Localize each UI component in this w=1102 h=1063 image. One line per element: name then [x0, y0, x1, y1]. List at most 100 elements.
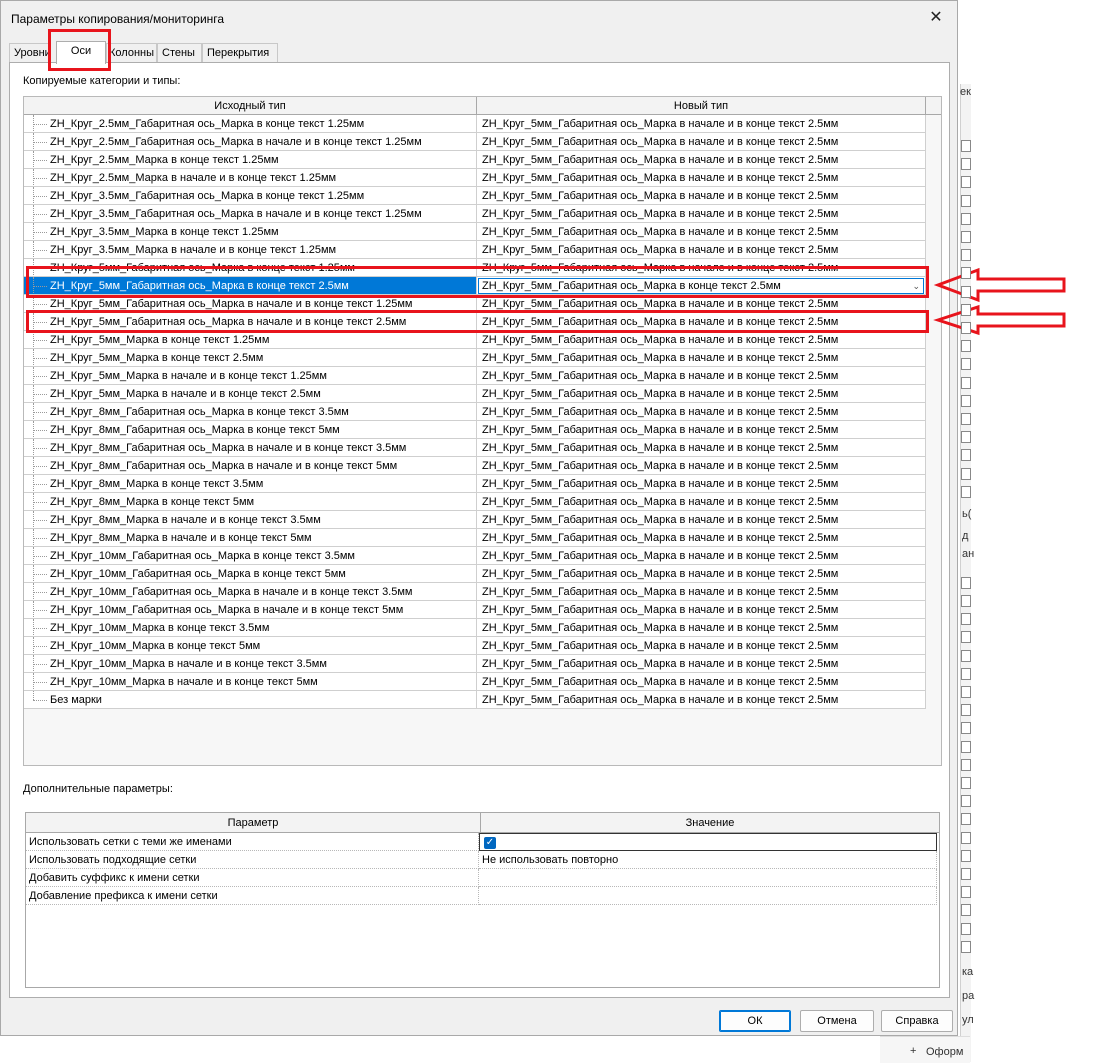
table-row[interactable]: ZH_Круг_3.5мм_Габаритная ось_Марка в нач… — [24, 205, 926, 223]
table-row[interactable]: ZH_Круг_5мм_Габаритная ось_Марка в конце… — [24, 277, 926, 295]
new-type-cell[interactable]: ZH_Круг_5мм_Габаритная ось_Марка в начал… — [477, 673, 926, 691]
table-row[interactable]: ZH_Круг_8мм_Марка в конце текст 5мм ZH_Кр… — [24, 493, 926, 511]
table-row[interactable]: ZH_Круг_10мм_Габаритная ось_Марка в нача… — [24, 583, 926, 601]
source-type-cell[interactable]: ZH_Круг_5мм_Габаритная ось_Марка в начал… — [24, 313, 477, 331]
table-row[interactable]: ZH_Круг_2.5мм_Габаритная ось_Марка в нач… — [24, 133, 926, 151]
parameter-row[interactable]: Добавление префикса к имени сетки — [26, 887, 939, 905]
source-type-cell[interactable]: ZH_Круг_8мм_Марка в конце текст 3.5мм — [24, 475, 477, 493]
source-type-cell[interactable]: ZH_Круг_8мм_Габаритная ось_Марка в начал… — [24, 457, 477, 475]
parameter-value[interactable]: Не использовать повторно — [479, 851, 937, 869]
source-type-cell[interactable]: ZH_Круг_3.5мм_Марка в начале и в конце т… — [24, 241, 477, 259]
new-type-cell[interactable]: ZH_Круг_5мм_Габаритная ось_Марка в начал… — [477, 349, 926, 367]
table-row[interactable]: ZH_Круг_3.5мм_Габаритная ось_Марка в кон… — [24, 187, 926, 205]
source-type-cell[interactable]: ZH_Круг_5мм_Габаритная ось_Марка в конце… — [24, 277, 477, 295]
source-type-cell[interactable]: ZH_Круг_5мм_Марка в конце текст 1.25мм — [24, 331, 477, 349]
new-type-cell[interactable]: ZH_Круг_5мм_Габаритная ось_Марка в начал… — [477, 583, 926, 601]
source-type-cell[interactable]: ZH_Круг_2.5мм_Марка в конце текст 1.25мм — [24, 151, 477, 169]
column-header-source[interactable]: Исходный тип — [24, 97, 477, 115]
new-type-cell[interactable]: ZH_Круг_5мм_Габаритная ось_Марка в начал… — [477, 619, 926, 637]
source-type-cell[interactable]: ZH_Круг_5мм_Марка в конце текст 2.5мм — [24, 349, 477, 367]
new-type-cell[interactable]: ZH_Круг_5мм_Габаритная ось_Марка в начал… — [477, 637, 926, 655]
table-row[interactable]: ZH_Круг_8мм_Габаритная ось_Марка в конце… — [24, 403, 926, 421]
source-type-cell[interactable]: ZH_Круг_8мм_Марка в начале и в конце тек… — [24, 529, 477, 547]
table-row[interactable]: ZH_Круг_8мм_Марка в начале и в конце тек… — [24, 529, 926, 547]
new-type-cell[interactable]: ZH_Круг_5мм_Габаритная ось_Марка в начал… — [477, 691, 926, 709]
source-type-cell[interactable]: ZH_Круг_5мм_Габаритная ось_Марка в начал… — [24, 295, 477, 313]
table-row[interactable]: ZH_Круг_8мм_Марка в конце текст 3.5мм ZH_… — [24, 475, 926, 493]
cancel-button[interactable]: Отмена — [800, 1010, 874, 1032]
source-type-cell[interactable]: ZH_Круг_8мм_Габаритная ось_Марка в конце… — [24, 403, 477, 421]
table-row[interactable]: ZH_Круг_5мм_Габаритная ось_Марка в начал… — [24, 295, 926, 313]
source-type-cell[interactable]: ZH_Круг_10мм_Марка в начале и в конце те… — [24, 673, 477, 691]
new-type-cell[interactable]: ZH_Круг_5мм_Габаритная ось_Марка в начал… — [477, 205, 926, 223]
table-row[interactable]: ZH_Круг_5мм_Марка в конце текст 2.5мм ZH_… — [24, 349, 926, 367]
table-row[interactable]: ZH_Круг_3.5мм_Марка в начале и в конце т… — [24, 241, 926, 259]
source-type-cell[interactable]: ZH_Круг_5мм_Марка в начале и в конце тек… — [24, 367, 477, 385]
new-type-cell[interactable]: ZH_Круг_5мм_Габаритная ось_Марка в начал… — [477, 259, 926, 277]
table-row[interactable]: ZH_Круг_10мм_Марка в конце текст 3.5мм ZH… — [24, 619, 926, 637]
new-type-cell[interactable]: ZH_Круг_5мм_Габаритная ось_Марка в начал… — [477, 169, 926, 187]
table-row[interactable]: ZH_Круг_5мм_Марка в начале и в конце тек… — [24, 385, 926, 403]
table-row[interactable]: ZH_Круг_8мм_Марка в начале и в конце тек… — [24, 511, 926, 529]
chevron-down-icon[interactable]: ⌄ — [912, 279, 920, 293]
new-type-cell[interactable]: ZH_Круг_5мм_Габаритная ось_Марка в начал… — [477, 331, 926, 349]
source-type-cell[interactable]: Без марки — [24, 691, 477, 709]
new-type-cell[interactable]: ZH_Круг_5мм_Габаритная ось_Марка в начал… — [477, 403, 926, 421]
table-row[interactable]: Без марки ZH_Круг_5мм_Габаритная ось_Марк… — [24, 691, 926, 709]
new-type-cell[interactable]: ZH_Круг_5мм_Габаритная ось_Марка в начал… — [477, 313, 926, 331]
new-type-cell[interactable]: ZH_Круг_5мм_Габаритная ось_Марка в начал… — [477, 385, 926, 403]
source-type-cell[interactable]: ZH_Круг_2.5мм_Габаритная ось_Марка в нач… — [24, 133, 477, 151]
source-type-cell[interactable]: ZH_Круг_8мм_Габаритная ось_Марка в начал… — [24, 439, 477, 457]
table-row[interactable]: ZH_Круг_2.5мм_Марка в начале и в конце т… — [24, 169, 926, 187]
new-type-cell[interactable]: ZH_Круг_5мм_Габаритная ось_Марка в начал… — [477, 655, 926, 673]
source-type-cell[interactable]: ZH_Круг_8мм_Габаритная ось_Марка в конце… — [24, 421, 477, 439]
new-type-cell[interactable]: ZH_Круг_5мм_Габаритная ось_Марка в начал… — [477, 367, 926, 385]
new-type-cell[interactable]: ZH_Круг_5мм_Габаритная ось_Марка в начал… — [477, 565, 926, 583]
table-row[interactable]: ZH_Круг_5мм_Габаритная ось_Марка в конце… — [24, 259, 926, 277]
parameter-row[interactable]: Использовать сетки с теми же именами ✓ — [26, 833, 939, 851]
new-type-cell[interactable]: ZH_Круг_5мм_Габаритная ось_Марка в начал… — [477, 187, 926, 205]
table-row[interactable]: ZH_Круг_2.5мм_Марка в конце текст 1.25мм… — [24, 151, 926, 169]
source-type-cell[interactable]: ZH_Круг_3.5мм_Габаритная ось_Марка в нач… — [24, 205, 477, 223]
checkmark-icon[interactable]: ✓ — [484, 837, 496, 849]
new-type-cell[interactable]: ZH_Круг_5мм_Габаритная ось_Марка в начал… — [477, 133, 926, 151]
source-type-cell[interactable]: ZH_Круг_10мм_Габаритная ось_Марка в нача… — [24, 583, 477, 601]
help-button[interactable]: Справка — [881, 1010, 953, 1032]
table-row[interactable]: ZH_Круг_2.5мм_Габаритная ось_Марка в кон… — [24, 115, 926, 133]
new-type-cell[interactable]: ZH_Круг_5мм_Габаритная ось_Марка в начал… — [477, 439, 926, 457]
source-type-cell[interactable]: ZH_Круг_8мм_Марка в конце текст 5мм — [24, 493, 477, 511]
table-row[interactable]: ZH_Круг_5мм_Габаритная ось_Марка в начал… — [24, 313, 926, 331]
table-row[interactable]: ZH_Круг_8мм_Габаритная ось_Марка в начал… — [24, 439, 926, 457]
new-type-cell[interactable]: ZH_Круг_5мм_Габаритная ось_Марка в начал… — [477, 547, 926, 565]
table-row[interactable]: ZH_Круг_3.5мм_Марка в конце текст 1.25мм… — [24, 223, 926, 241]
source-type-cell[interactable]: ZH_Круг_3.5мм_Марка в конце текст 1.25мм — [24, 223, 477, 241]
table-row[interactable]: ZH_Круг_10мм_Габаритная ось_Марка в конц… — [24, 547, 926, 565]
source-type-cell[interactable]: ZH_Круг_5мм_Габаритная ось_Марка в конце… — [24, 259, 477, 277]
table-row[interactable]: ZH_Круг_10мм_Марка в конце текст 5мм ZH_К… — [24, 637, 926, 655]
new-type-dropdown[interactable]: ZH_Круг_5мм_Габаритная ось_Марка в конце… — [478, 278, 924, 294]
table-row[interactable]: ZH_Круг_10мм_Марка в начале и в конце те… — [24, 655, 926, 673]
parameter-row[interactable]: Добавить суффикс к имени сетки — [26, 869, 939, 887]
new-type-cell[interactable]: ZH_Круг_5мм_Габаритная ось_Марка в начал… — [477, 421, 926, 439]
close-icon[interactable]: ✕ — [925, 7, 947, 29]
column-header-new[interactable]: Новый тип — [477, 97, 926, 115]
source-type-cell[interactable]: ZH_Круг_3.5мм_Габаритная ось_Марка в кон… — [24, 187, 477, 205]
source-type-cell[interactable]: ZH_Круг_2.5мм_Марка в начале и в конце т… — [24, 169, 477, 187]
source-type-cell[interactable]: ZH_Круг_10мм_Марка в конце текст 3.5мм — [24, 619, 477, 637]
new-type-cell[interactable]: ZH_Круг_5мм_Габаритная ось_Марка в начал… — [477, 529, 926, 547]
new-type-cell[interactable]: ZH_Круг_5мм_Габаритная ось_Марка в начал… — [477, 115, 926, 133]
column-header-parameter[interactable]: Параметр — [26, 813, 481, 833]
table-row[interactable]: ZH_Круг_5мм_Марка в начале и в конце тек… — [24, 367, 926, 385]
source-type-cell[interactable]: ZH_Круг_10мм_Габаритная ось_Марка в конц… — [24, 565, 477, 583]
source-type-cell[interactable]: ZH_Круг_8мм_Марка в начале и в конце тек… — [24, 511, 477, 529]
source-type-cell[interactable]: ZH_Круг_10мм_Марка в начале и в конце те… — [24, 655, 477, 673]
new-type-cell[interactable]: ZH_Круг_5мм_Габаритная ось_Марка в начал… — [477, 151, 926, 169]
source-type-cell[interactable]: ZH_Круг_5мм_Марка в начале и в конце тек… — [24, 385, 477, 403]
table-row[interactable]: ZH_Круг_10мм_Габаритная ось_Марка в конц… — [24, 565, 926, 583]
new-type-cell[interactable]: ZH_Круг_5мм_Габаритная ось_Марка в начал… — [477, 223, 926, 241]
new-type-cell[interactable]: ZH_Круг_5мм_Габаритная ось_Марка в начал… — [477, 295, 926, 313]
table-row[interactable]: ZH_Круг_8мм_Габаритная ось_Марка в начал… — [24, 457, 926, 475]
tab-levels[interactable]: Уровни — [9, 43, 51, 62]
parameter-row[interactable]: Использовать подходящие сетки Не использо… — [26, 851, 939, 869]
parameter-value[interactable] — [479, 887, 937, 905]
